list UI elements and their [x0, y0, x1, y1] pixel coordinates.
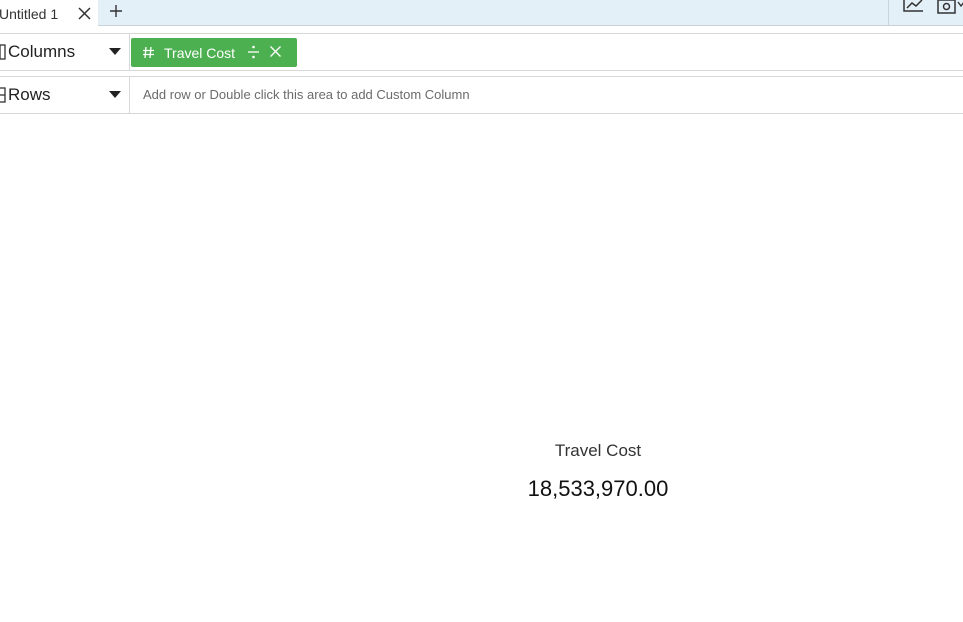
columns-icon	[0, 44, 6, 65]
tab-label: Untitled 1	[0, 6, 59, 22]
close-icon[interactable]	[269, 45, 282, 63]
camera-icon[interactable]	[937, 0, 963, 19]
rows-shelf-header[interactable]: Rows	[0, 77, 130, 113]
toolbar	[888, 0, 963, 25]
pill-label: Travel Cost	[164, 45, 236, 61]
divide-icon[interactable]	[247, 45, 260, 64]
caret-down-icon[interactable]	[109, 91, 121, 98]
kpi-value: 18,533,970.00	[527, 476, 669, 501]
columns-shelf-header[interactable]: Columns	[0, 34, 130, 70]
tab-untitled-1[interactable]: Untitled 1	[0, 0, 98, 26]
kpi-label: Travel Cost	[554, 441, 642, 460]
caret-down-icon[interactable]	[109, 48, 121, 55]
columns-shelf-label: Columns	[8, 42, 76, 61]
rows-drop-area[interactable]: Add row or Double click this area to add…	[143, 87, 470, 102]
line-chart-icon[interactable]	[903, 0, 925, 19]
rows-shelf[interactable]: Rows Add row or Double click this area t…	[0, 76, 963, 114]
tab-strip: Untitled 1	[0, 0, 963, 26]
plus-icon[interactable]	[108, 2, 124, 20]
rows-shelf-label: Rows	[8, 85, 51, 104]
close-icon[interactable]	[77, 6, 92, 21]
hash-icon	[142, 46, 155, 64]
rows-icon	[0, 87, 6, 108]
columns-shelf[interactable]: Columns Travel Cost	[0, 33, 963, 71]
travel-cost-pill[interactable]: Travel Cost	[131, 38, 297, 67]
